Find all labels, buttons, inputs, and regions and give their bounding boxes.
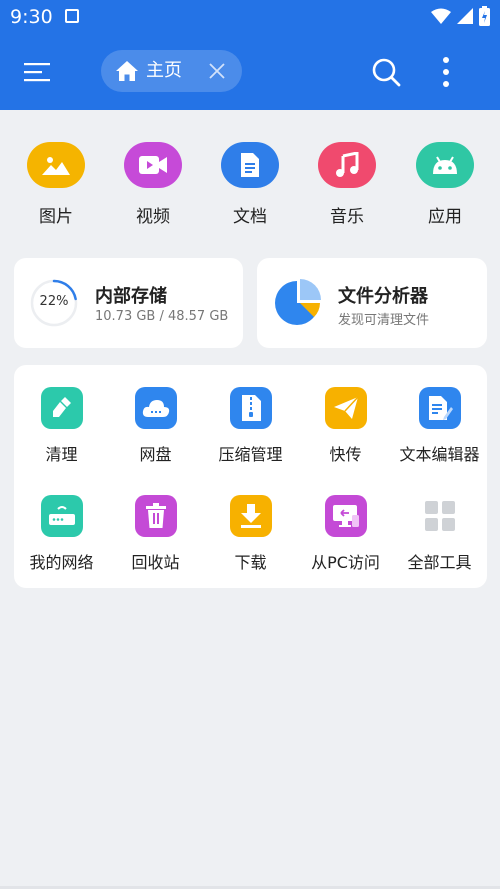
- tab-label: 主页: [146, 60, 182, 81]
- tool-icon-bg: [419, 495, 461, 537]
- category-label: 视频: [136, 207, 170, 227]
- signal-icon: [457, 8, 473, 24]
- home-icon: [116, 61, 138, 81]
- image-icon: [42, 157, 70, 175]
- tool-download[interactable]: 下载: [203, 495, 298, 585]
- tool-label: 从PC访问: [311, 553, 380, 572]
- internal-storage-card[interactable]: 22% 内部存储 10.73 GB / 48.57 GB: [14, 258, 243, 348]
- tool-my-network[interactable]: 我的网络: [14, 495, 109, 585]
- search-icon: [372, 58, 401, 87]
- hamburger-menu-icon: [24, 63, 50, 82]
- app-notification-icon: [65, 9, 79, 23]
- text-editor-icon: [428, 396, 453, 420]
- toolbar: 主页: [0, 34, 500, 110]
- category-images[interactable]: 图片: [16, 142, 96, 232]
- status-bar: 9:30: [0, 0, 500, 34]
- tool-recycle-bin[interactable]: 回收站: [108, 495, 203, 585]
- tool-all-tools[interactable]: 全部工具: [392, 495, 487, 585]
- home-tab[interactable]: 主页: [101, 50, 242, 92]
- file-analyzer-card[interactable]: 文件分析器 发现可清理文件: [257, 258, 487, 348]
- category-icon-bg: [221, 142, 279, 188]
- send-icon: [333, 396, 359, 419]
- tool-quick-send[interactable]: 快传: [298, 387, 393, 477]
- storage-percent: 22%: [39, 294, 69, 309]
- close-icon: [209, 63, 225, 79]
- category-icon-bg: [416, 142, 474, 188]
- zip-icon: [241, 395, 261, 421]
- wifi-icon: [431, 8, 451, 24]
- document-icon: [241, 153, 259, 177]
- battery-icon: [479, 6, 490, 26]
- tool-icon-bg: [229, 495, 272, 537]
- tools-card: 清理 网盘 压缩管理 快传 文本编辑器 我的网络 回收站 下载 从PC访问 全部…: [14, 365, 487, 588]
- pie-chart-icon: [275, 279, 321, 325]
- tool-icon-bg: [40, 495, 83, 537]
- analyzer-title: 文件分析器: [338, 286, 428, 307]
- category-label: 音乐: [330, 207, 364, 227]
- category-label: 文档: [233, 207, 267, 227]
- tool-label: 快传: [329, 445, 362, 464]
- broom-icon: [52, 397, 71, 417]
- tool-label: 文本编辑器: [399, 445, 480, 464]
- status-icons: [431, 6, 490, 26]
- music-icon: [336, 152, 359, 177]
- tool-label: 下载: [234, 553, 267, 572]
- tool-icon-bg: [418, 387, 461, 429]
- tool-label: 我的网络: [29, 553, 94, 572]
- tool-icon-bg: [134, 495, 177, 537]
- cloud-icon: [142, 400, 169, 417]
- analyzer-subtitle: 发现可清理文件: [338, 313, 430, 328]
- tool-icon-bg: [324, 387, 367, 429]
- trash-icon: [145, 503, 166, 528]
- tool-icon-bg: [134, 387, 177, 429]
- menu-button[interactable]: [18, 54, 58, 90]
- pc-access-icon: [332, 505, 359, 527]
- tool-pc-access[interactable]: 从PC访问: [298, 495, 393, 585]
- android-icon: [433, 156, 457, 174]
- tool-cloud[interactable]: 网盘: [108, 387, 203, 477]
- storage-title: 内部存储: [95, 286, 167, 307]
- category-row: 图片 视频 文档 音乐 应用: [0, 110, 500, 240]
- tool-label: 回收站: [131, 553, 180, 572]
- more-vertical-icon: [443, 57, 449, 87]
- tool-label: 清理: [45, 445, 78, 464]
- status-time: 9:30: [10, 6, 53, 28]
- video-icon: [139, 156, 167, 174]
- tool-label: 压缩管理: [218, 445, 283, 464]
- tool-label: 网盘: [139, 445, 172, 464]
- category-label: 应用: [428, 207, 462, 227]
- tool-icon-bg: [229, 387, 272, 429]
- tool-text-editor[interactable]: 文本编辑器: [392, 387, 487, 477]
- tool-clean[interactable]: 清理: [14, 387, 109, 477]
- category-music[interactable]: 音乐: [307, 142, 387, 232]
- search-button[interactable]: [368, 54, 404, 90]
- tool-archive[interactable]: 压缩管理: [203, 387, 298, 477]
- category-apps[interactable]: 应用: [405, 142, 485, 232]
- category-label: 图片: [39, 207, 73, 227]
- category-icon-bg: [124, 142, 182, 188]
- more-options-button[interactable]: [432, 52, 460, 92]
- tool-icon-bg: [324, 495, 367, 537]
- download-icon: [240, 504, 261, 528]
- tool-label: 全部工具: [407, 553, 472, 572]
- category-icon-bg: [27, 142, 85, 188]
- category-documents[interactable]: 文档: [210, 142, 290, 232]
- tool-icon-bg: [40, 387, 83, 429]
- grid-icon: [424, 501, 455, 531]
- tab-close-button[interactable]: [205, 59, 229, 83]
- router-icon: [48, 506, 75, 525]
- storage-usage: 10.73 GB / 48.57 GB: [95, 309, 229, 324]
- category-icon-bg: [318, 142, 376, 188]
- category-videos[interactable]: 视频: [113, 142, 193, 232]
